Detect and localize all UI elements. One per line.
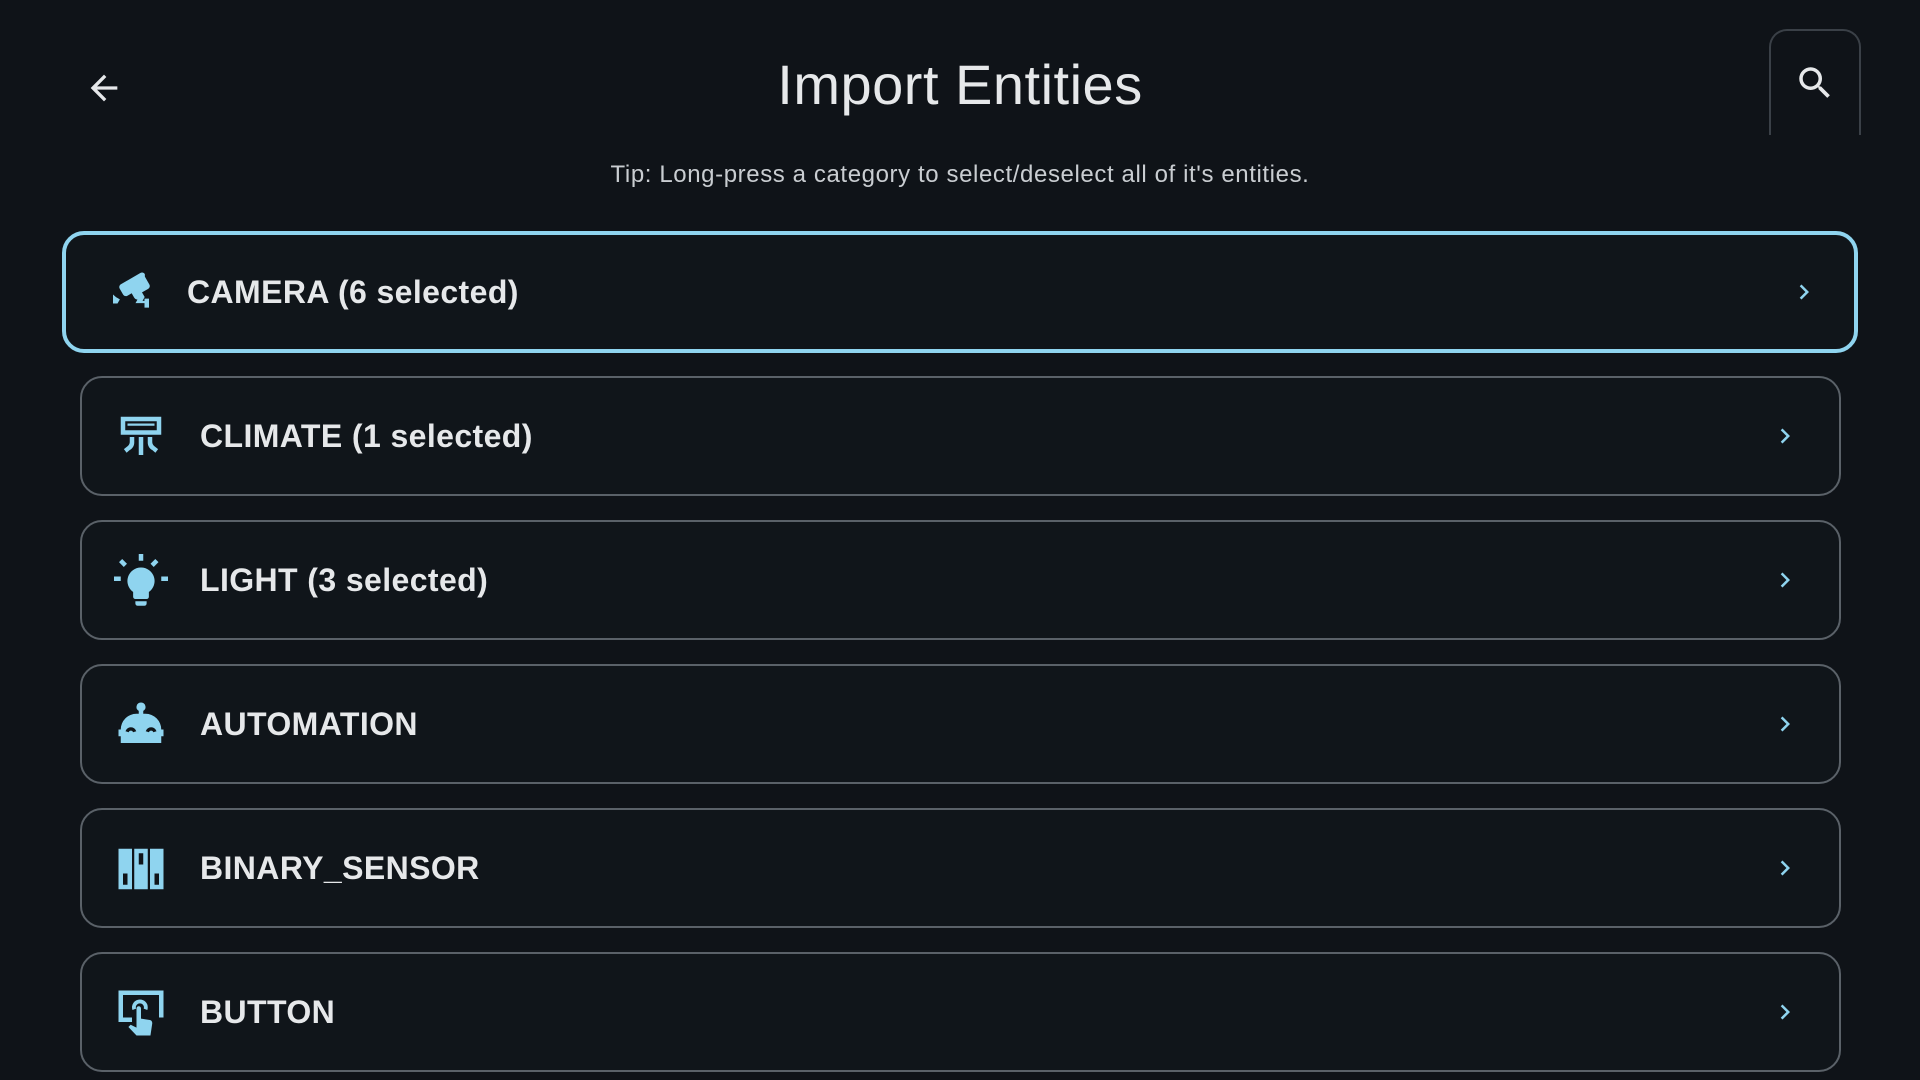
category-item-automation[interactable]: AUTOMATION [80,664,1841,784]
category-list: CAMERA (6 selected) CLIMATE (1 selected) [0,0,1920,1080]
robot-icon [114,698,168,752]
category-item-light[interactable]: LIGHT (3 selected) [80,520,1841,640]
category-label: BUTTON [200,993,336,1030]
category-label: LIGHT (3 selected) [200,561,489,598]
category-item-climate[interactable]: CLIMATE (1 selected) [80,376,1841,496]
category-item-binary-sensor[interactable]: BINARY_SENSOR [80,808,1841,928]
gesture-tap-button-icon [114,986,168,1040]
category-label: CAMERA (6 selected) [187,273,519,310]
air-conditioner-icon [114,410,168,464]
lightbulb-icon [114,554,168,608]
cctv-icon [104,263,158,317]
category-label: CLIMATE (1 selected) [200,417,533,454]
category-item-button[interactable]: BUTTON [80,952,1841,1072]
chevron-right-icon [1770,421,1800,451]
chevron-right-icon [1770,709,1800,739]
chevron-right-icon [1770,997,1800,1027]
category-label: AUTOMATION [200,705,418,742]
binary-sensor-icon [114,842,168,896]
category-label: BINARY_SENSOR [200,849,480,886]
chevron-right-icon [1770,853,1800,883]
import-entities-screen: Import Entities Tip: Long-press a catego… [0,0,1920,1080]
category-item-camera[interactable]: CAMERA (6 selected) [62,231,1858,353]
chevron-right-icon [1770,565,1800,595]
chevron-right-icon [1789,277,1819,307]
